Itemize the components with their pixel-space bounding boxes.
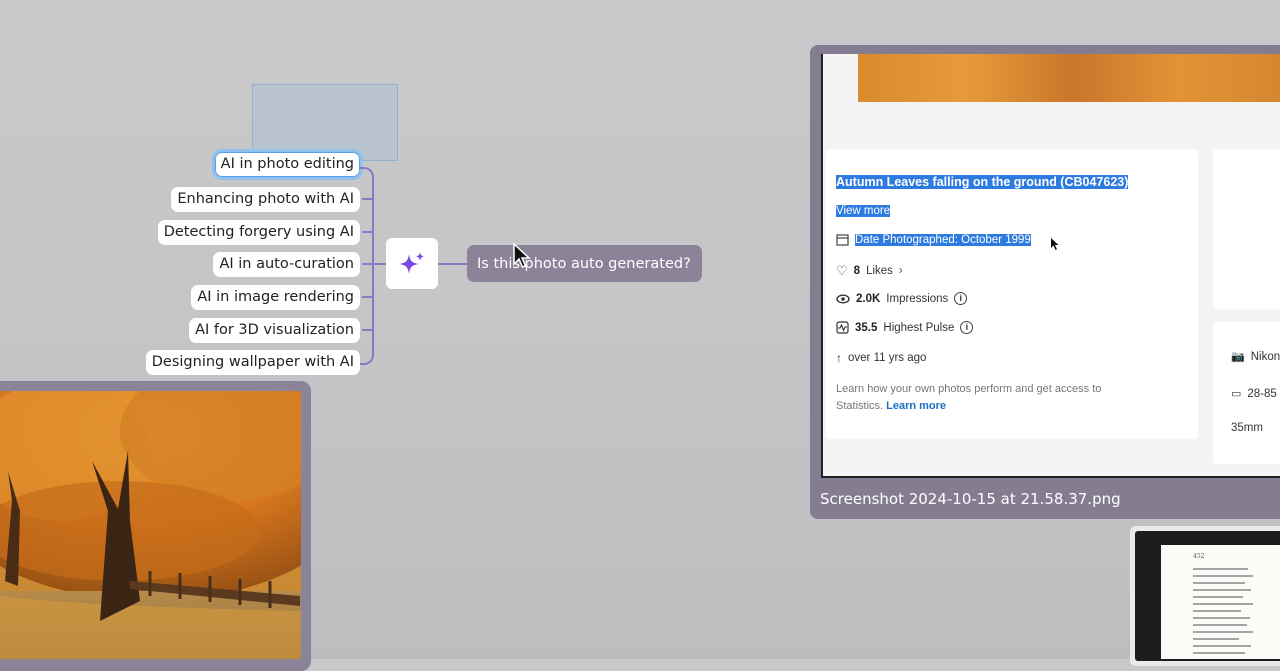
autumn-photo[interactable] <box>0 391 301 659</box>
pulse-label: Highest Pulse <box>883 321 955 334</box>
screenshot-content[interactable]: Autumn Leaves falling on the ground (CB0… <box>821 54 1280 478</box>
mouse-cursor-icon <box>513 243 531 268</box>
mindmap-node-designing-wallpaper[interactable]: Designing wallpaper with AI <box>145 350 360 375</box>
selection-marquee <box>252 84 398 161</box>
pulse-icon <box>836 321 849 334</box>
impressions-label: Impressions <box>886 292 949 305</box>
photo-title: Autumn Leaves falling on the ground (CB0… <box>836 175 1129 189</box>
likes-count: 8 <box>853 265 861 277</box>
likes-label[interactable]: Likes <box>866 265 893 277</box>
arrow-up-icon: ↑ <box>836 351 842 365</box>
connector-main <box>362 263 386 265</box>
eye-icon <box>836 294 850 303</box>
learn-text: Learn how your own photos perform and ge… <box>836 383 1102 395</box>
screenshot-filename: Screenshot 2024-10-15 at 21.58.37.png <box>820 490 1121 508</box>
connector-query <box>438 263 467 265</box>
lens-range: 28-85 <box>1247 387 1277 400</box>
upload-age: over 11 yrs ago <box>848 352 927 364</box>
connector <box>362 329 372 331</box>
mindmap-node-image-rendering[interactable]: AI in image rendering <box>191 285 360 310</box>
pulse-count: 35.5 <box>855 321 878 334</box>
camera-model: Nikon <box>1250 350 1280 363</box>
connector <box>362 198 372 200</box>
photo-info-card: Autumn Leaves falling on the ground (CB0… <box>826 149 1198 439</box>
date-photographed: Date Photographed: October 1999 <box>855 233 1031 246</box>
learn-text-2: Statistics. <box>836 400 884 412</box>
side-card-top <box>1213 149 1280 309</box>
ai-node[interactable] <box>386 238 438 289</box>
query-text: Is this photo auto generated? <box>477 255 691 272</box>
heart-icon: ♡ <box>836 263 848 278</box>
calendar-icon <box>836 234 849 246</box>
book-page-number: 452 <box>1193 553 1205 560</box>
leaves-banner-image <box>858 54 1280 102</box>
mindmap-node-3d-visualization[interactable]: AI for 3D visualization <box>189 318 360 343</box>
mindmap-node-auto-curation[interactable]: AI in auto-curation <box>213 252 360 277</box>
info-icon[interactable]: i <box>960 321 974 334</box>
mindmap-node-detecting-forgery[interactable]: Detecting forgery using AI <box>157 220 360 245</box>
view-more-link[interactable]: View more <box>836 205 891 217</box>
focal-length: 35mm <box>1231 422 1263 434</box>
impressions-count: 2.0K <box>856 292 881 305</box>
chevron-right-icon[interactable]: › <box>899 265 903 277</box>
camera-info-card: 📷 Nikon ▭ 28-85 35mm <box>1213 322 1280 464</box>
learn-more-link[interactable]: Learn more <box>886 400 946 412</box>
sparkle-icon <box>399 251 424 274</box>
autumn-tree-image <box>0 391 301 659</box>
connector <box>362 296 372 298</box>
query-bubble[interactable]: Is this photo auto generated? <box>467 245 702 282</box>
mindmap-bracket <box>360 167 374 365</box>
cursor-icon <box>1051 238 1059 250</box>
lens-icon: ▭ <box>1231 388 1242 400</box>
info-icon[interactable]: i <box>954 292 968 305</box>
mindmap-node-enhancing-photo[interactable]: Enhancing photo with AI <box>171 187 360 212</box>
book-text-lines <box>1193 568 1253 654</box>
connector <box>362 231 372 233</box>
book-page: 452 <box>1161 545 1280 659</box>
mindmap-node-ai-photo-editing[interactable]: AI in photo editing <box>211 149 364 180</box>
camera-icon: 📷 <box>1231 351 1245 363</box>
